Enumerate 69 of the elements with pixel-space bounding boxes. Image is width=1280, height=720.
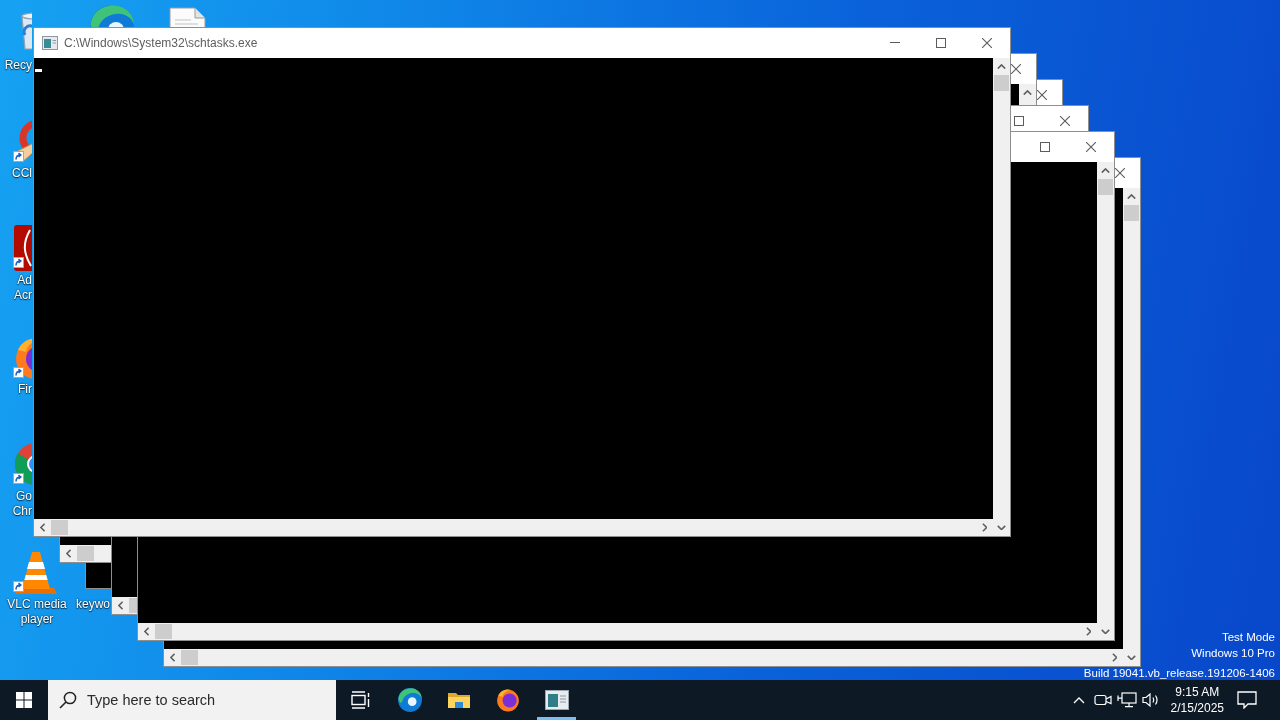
- network-icon[interactable]: [1116, 692, 1137, 708]
- icon-label[interactable]: keywo: [76, 597, 110, 612]
- chevron-right-icon: [981, 523, 988, 532]
- chevron-left-icon: [169, 653, 176, 662]
- vertical-scrollbar[interactable]: [1019, 84, 1036, 105]
- clock-button[interactable]: 9:15 AM 2/15/2025: [1162, 680, 1232, 720]
- scroll-thumb[interactable]: [129, 598, 137, 613]
- system-info-text: Test Mode: [1221, 630, 1275, 645]
- maximize-icon: [1040, 141, 1050, 152]
- icon-label[interactable]: VLC media player: [7, 597, 67, 627]
- scroll-thumb[interactable]: [51, 520, 68, 535]
- chevron-left-icon: [39, 523, 46, 532]
- chevron-down-icon: [1101, 628, 1110, 635]
- horizontal-scrollbar[interactable]: [60, 545, 111, 562]
- scroll-thumb[interactable]: [1098, 179, 1113, 195]
- four-panes-icon: [16, 692, 32, 708]
- stacked-frames-icon[interactable]: [350, 691, 371, 709]
- maximize-icon: [936, 37, 946, 48]
- horizontal-scrollbar[interactable]: [34, 519, 993, 536]
- system-info-text: Build 19041.vb_release.191206-1406: [1083, 667, 1275, 680]
- scroll-thumb[interactable]: [994, 75, 1009, 91]
- search-icon: [59, 691, 77, 709]
- chevron-up-icon: [1023, 89, 1032, 96]
- scroll-thumb[interactable]: [181, 650, 198, 665]
- chevron-up-icon: [1101, 167, 1110, 174]
- wave-logo-icon[interactable]: [396, 687, 423, 713]
- minimize-icon: [890, 42, 900, 43]
- maximize-icon: [1014, 115, 1024, 126]
- chevron-up-icon: [1127, 193, 1136, 200]
- camera-icon[interactable]: [1093, 692, 1112, 708]
- system-info-text: Windows 10 Pro: [1191, 646, 1275, 661]
- horizontal-scrollbar[interactable]: [112, 597, 137, 614]
- window-icon: [42, 36, 58, 50]
- close-icon: [1037, 89, 1047, 100]
- horizontal-scrollbar[interactable]: [164, 649, 1123, 666]
- chevron-up-icon: [997, 63, 1006, 70]
- fox-logo-icon[interactable]: [494, 687, 521, 713]
- search-field[interactable]: Type here to search: [48, 680, 336, 720]
- close-icon: [1060, 115, 1070, 126]
- icon-label[interactable]: CCl: [12, 166, 32, 181]
- close-icon: [1086, 141, 1096, 152]
- icon-label[interactable]: Fir: [18, 382, 32, 397]
- chevron-left-icon: [143, 627, 150, 636]
- chevron-down-icon: [1127, 654, 1136, 661]
- window-title: C:\Windows\System32\schtasks.exe: [64, 35, 258, 52]
- icon-label[interactable]: Go Chr: [12, 489, 32, 519]
- chevron-left-icon: [65, 549, 72, 558]
- scroll-thumb[interactable]: [1124, 205, 1139, 221]
- chevron-down-icon: [997, 524, 1006, 531]
- close-icon: [1011, 63, 1021, 74]
- folder-icon[interactable]: [446, 690, 471, 710]
- icon-label[interactable]: Ad Acr: [14, 273, 32, 303]
- close-icon: [1115, 167, 1125, 178]
- close-icon: [982, 37, 992, 48]
- chevron-up-icon[interactable]: [1072, 696, 1085, 704]
- app-tile-icon[interactable]: [12, 224, 32, 272]
- chevron-right-icon: [1111, 653, 1118, 662]
- speaker-icon[interactable]: [1141, 692, 1160, 708]
- scroll-thumb[interactable]: [77, 546, 94, 561]
- vertical-scrollbar[interactable]: [993, 58, 1010, 536]
- window-icon[interactable]: [544, 690, 569, 710]
- scroll-thumb[interactable]: [155, 624, 172, 639]
- chevron-left-icon: [117, 601, 124, 610]
- icon-label[interactable]: Recy: [4, 58, 32, 73]
- vertical-scrollbar[interactable]: [1123, 188, 1140, 666]
- chevron-right-icon: [1085, 627, 1092, 636]
- horizontal-scrollbar[interactable]: [138, 623, 1097, 640]
- vertical-scrollbar[interactable]: [1097, 162, 1114, 640]
- speech-bubble-icon[interactable]: [1237, 691, 1257, 709]
